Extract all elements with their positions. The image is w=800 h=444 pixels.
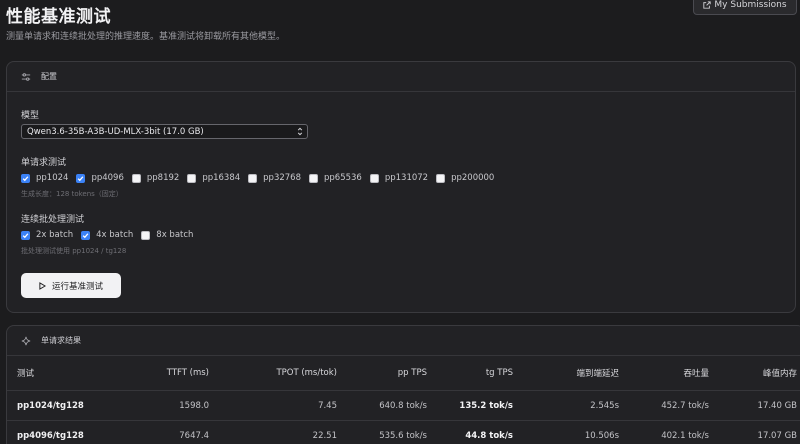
single-request-hint: 生成长度：128 tokens（固定） bbox=[21, 190, 123, 198]
pp-tps-cell: 640.8 tok/s bbox=[345, 390, 435, 421]
throughput-cell: 402.1 tok/s bbox=[627, 420, 717, 444]
benchmark-page: 性能基准测试 测量单请求和连续批处理的推理速度。基准测试将卸载所有其他模型。 M… bbox=[0, 0, 800, 444]
my-submissions-label: My Submissions bbox=[714, 0, 787, 10]
single-request-option-label: pp1024 bbox=[36, 173, 69, 183]
batch-hint: 批处理测试使用 pp1024 / tg128 bbox=[21, 247, 127, 255]
throughput-cell: 452.7 tok/s bbox=[627, 390, 717, 421]
page-subtitle: 测量单请求和连续批处理的推理速度。基准测试将卸载所有其他模型。 bbox=[6, 32, 286, 42]
single-request-option-label: pp131072 bbox=[384, 173, 429, 183]
single-request-option-label: pp8192 bbox=[146, 173, 180, 183]
model-select-value: Qwen3.6-35B-A3B-UD-MLX-3bit (17.0 GB) bbox=[27, 126, 204, 137]
peak-memory-cell: 17.07 GB bbox=[717, 420, 800, 444]
column-header: 端到端延迟 bbox=[521, 356, 627, 391]
column-header: 吞吐量 bbox=[627, 356, 717, 391]
single-request-option-label: pp32768 bbox=[263, 173, 301, 183]
single-request-label: 单请求测试 bbox=[21, 158, 67, 168]
column-header: 测试 bbox=[7, 356, 99, 391]
model-label: 模型 bbox=[21, 111, 40, 121]
single-request-option[interactable]: pp131072 bbox=[369, 173, 429, 183]
check-icon bbox=[22, 232, 29, 238]
single-request-option[interactable]: pp4096 bbox=[76, 173, 124, 183]
tg-tps-cell: 44.8 tok/s bbox=[435, 420, 521, 444]
batch-option[interactable]: 8x batch bbox=[141, 230, 193, 240]
checkbox-unchecked[interactable] bbox=[309, 173, 318, 183]
test-name-cell: pp1024/tg128 bbox=[7, 390, 99, 421]
batch-label: 连续批处理测试 bbox=[21, 215, 85, 225]
single-request-option-label: pp200000 bbox=[451, 173, 495, 183]
checkbox-checked[interactable] bbox=[76, 173, 86, 183]
single-request-option[interactable]: pp16384 bbox=[187, 173, 240, 183]
play-icon bbox=[39, 281, 46, 290]
checkbox-unchecked[interactable] bbox=[131, 173, 141, 183]
single-request-option[interactable]: pp32768 bbox=[248, 173, 301, 183]
batch-option[interactable]: 4x batch bbox=[81, 230, 133, 240]
column-header: TPOT (ms/tok) bbox=[217, 356, 345, 391]
checkbox-unchecked[interactable] bbox=[141, 230, 151, 240]
check-icon bbox=[22, 175, 29, 181]
check-icon bbox=[78, 175, 84, 181]
checkbox-checked[interactable] bbox=[21, 230, 30, 240]
tg-tps-cell: 135.2 tok/s bbox=[435, 390, 521, 421]
single-request-option-label: pp16384 bbox=[202, 173, 241, 183]
single-request-option-label: pp65536 bbox=[324, 173, 362, 183]
latency-cell: 10.506s bbox=[521, 420, 627, 444]
single-request-option-label: pp4096 bbox=[91, 173, 124, 183]
tpot-cell: 22.51 bbox=[217, 420, 345, 444]
results-table: 测试 TTFT (ms) TPOT (ms/tok) pp TPS tg TPS… bbox=[7, 356, 800, 444]
column-header: TTFT (ms) bbox=[99, 356, 217, 391]
batch-option[interactable]: 2x batch bbox=[21, 230, 73, 240]
single-request-options: pp1024 pp4096 pp8192 pp16384 pp32768 pp65536 p… bbox=[21, 173, 502, 183]
sparkle-icon bbox=[21, 336, 31, 345]
batch-option-label: 2x batch bbox=[36, 230, 74, 240]
table-row: pp4096/tg128 7647.4 22.51 535.6 tok/s 44… bbox=[7, 420, 800, 444]
check-icon bbox=[82, 232, 89, 238]
checkbox-unchecked[interactable] bbox=[369, 173, 379, 183]
config-title: 配置 bbox=[41, 72, 57, 81]
batch-options: 2x batch 4x batch 8x batch bbox=[21, 230, 201, 240]
results-title: 单请求结果 bbox=[41, 336, 81, 345]
batch-option-label: 8x batch bbox=[156, 230, 194, 240]
single-request-option[interactable]: pp8192 bbox=[131, 173, 180, 183]
column-header: tg TPS bbox=[435, 356, 521, 391]
peak-memory-cell: 17.40 GB bbox=[717, 390, 800, 421]
checkbox-unchecked[interactable] bbox=[436, 173, 446, 183]
single-request-option[interactable]: pp1024 bbox=[21, 173, 68, 183]
results-card-header: 单请求结果 bbox=[7, 326, 800, 356]
run-benchmark-button[interactable]: 运行基准测试 bbox=[21, 273, 121, 298]
checkbox-unchecked[interactable] bbox=[187, 173, 197, 183]
table-row: pp1024/tg128 1598.0 7.45 640.8 tok/s 135… bbox=[7, 390, 800, 421]
ttft-cell: 1598.0 bbox=[99, 390, 217, 421]
external-link-icon bbox=[703, 0, 712, 9]
page-title: 性能基准测试 bbox=[6, 7, 111, 27]
test-name-cell: pp4096/tg128 bbox=[7, 420, 99, 444]
column-header: 峰值内存 bbox=[717, 356, 800, 391]
column-header: pp TPS bbox=[345, 356, 435, 391]
checkbox-unchecked[interactable] bbox=[248, 173, 258, 183]
model-select[interactable]: Qwen3.6-35B-A3B-UD-MLX-3bit (17.0 GB) bbox=[21, 124, 308, 139]
latency-cell: 2.545s bbox=[521, 390, 627, 421]
sliders-icon bbox=[21, 72, 31, 81]
checkbox-checked[interactable] bbox=[21, 173, 30, 183]
results-card: 单请求结果 测试 TTFT (ms) TPOT (ms/tok) pp TPS … bbox=[6, 325, 800, 444]
checkbox-checked[interactable] bbox=[81, 230, 91, 240]
config-card-header: 配置 bbox=[7, 62, 795, 92]
config-card: 配置 模型 Qwen3.6-35B-A3B-UD-MLX-3bit (17.0 … bbox=[6, 61, 796, 313]
single-request-option[interactable]: pp65536 bbox=[309, 173, 362, 183]
results-header-row: 测试 TTFT (ms) TPOT (ms/tok) pp TPS tg TPS… bbox=[7, 356, 800, 391]
ttft-cell: 7647.4 bbox=[99, 420, 217, 444]
pp-tps-cell: 535.6 tok/s bbox=[345, 420, 435, 444]
my-submissions-button[interactable]: My Submissions bbox=[693, 0, 797, 15]
batch-option-label: 4x batch bbox=[96, 230, 134, 240]
chevron-up-down-icon bbox=[297, 127, 303, 136]
tpot-cell: 7.45 bbox=[217, 390, 345, 421]
single-request-option[interactable]: pp200000 bbox=[436, 173, 494, 183]
run-benchmark-label: 运行基准测试 bbox=[51, 281, 103, 292]
